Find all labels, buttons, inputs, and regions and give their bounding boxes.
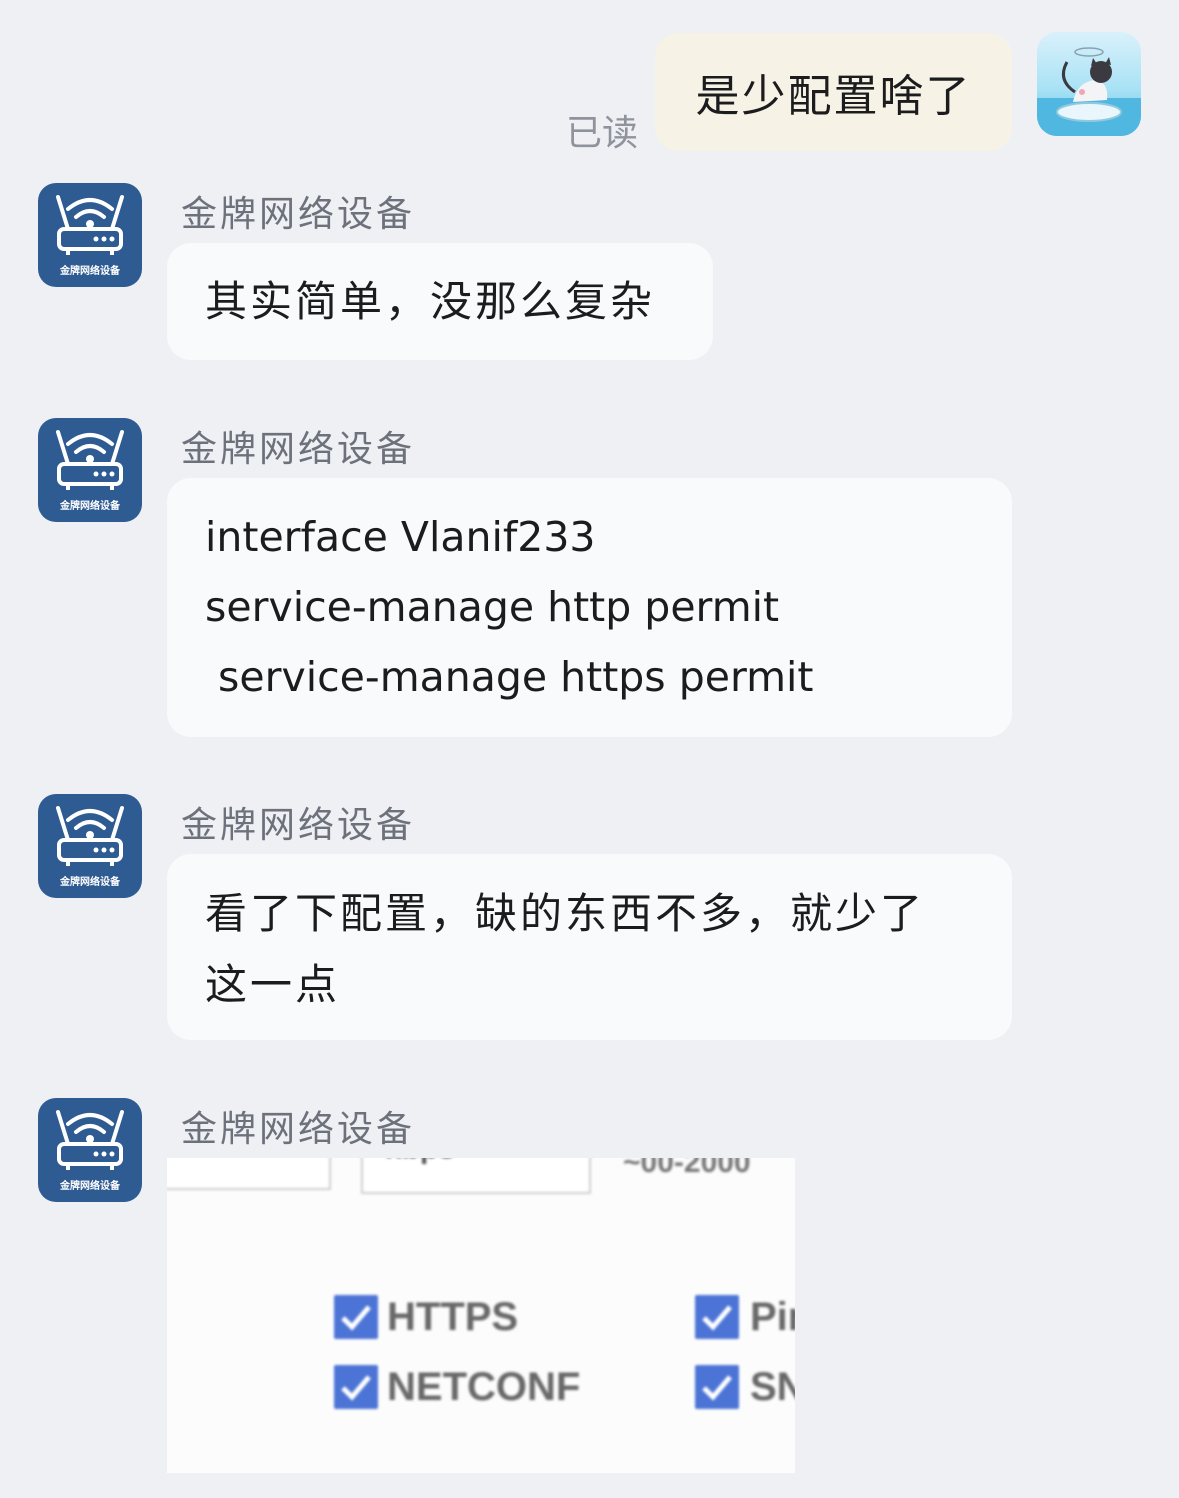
sender-avatar[interactable]: 金牌网络设备 [38, 1098, 142, 1202]
unit-fragment: kbps [385, 1158, 455, 1166]
sender-avatar[interactable]: 金牌网络设备 [38, 183, 142, 287]
sender-name: 金牌网络设备 [181, 805, 416, 846]
message-text: 其实简单，没那么复杂 [205, 277, 656, 326]
checkbox-label-https: HTTPS [387, 1295, 519, 1339]
avatar-caption: 金牌网络设备 [60, 877, 120, 888]
checkbox-ping [695, 1295, 739, 1339]
checkmark-icon [702, 1305, 732, 1331]
screenshot-input-fragment [167, 1158, 331, 1190]
message-line: interface Vlanif233 [205, 513, 596, 561]
checkbox-netconf [334, 1365, 378, 1409]
sender-avatar[interactable]: 金牌网络设备 [38, 418, 142, 522]
read-receipt: 已读 [566, 113, 639, 154]
message-bubble[interactable]: 其实简单，没那么复杂 [167, 243, 713, 360]
avatar-caption: 金牌网络设备 [60, 1181, 120, 1192]
checkbox-label-snmp: SN [750, 1365, 795, 1409]
cat-avatar-icon [1037, 32, 1141, 136]
outgoing-message-bubble[interactable]: 是少配置啥了 [655, 33, 1012, 151]
sender-name: 金牌网络设备 [181, 1109, 416, 1150]
message-line: 这一点 [205, 960, 341, 1009]
message-line: service-manage https permit [205, 653, 814, 701]
message-bubble[interactable]: 看了下配置，缺的东西不多，就少了 这一点 [167, 854, 1012, 1040]
message-bubble[interactable]: interface Vlanif233 service-manage http … [167, 478, 1012, 737]
checkbox-snmp [695, 1365, 739, 1409]
message-line: service-manage http permit [205, 583, 780, 631]
range-fragment: ~00-2000 [623, 1158, 751, 1176]
image-message[interactable]: kbps ▾ ~00-2000 HTTPS Pir NETCONF SN [167, 1158, 795, 1473]
checkbox-label-netconf: NETCONF [387, 1365, 581, 1409]
checkbox-label-ping: Pir [750, 1295, 795, 1339]
avatar-caption: 金牌网络设备 [60, 501, 120, 512]
message-line: 看了下配置，缺的东西不多，就少了 [205, 889, 926, 938]
outgoing-message-text: 是少配置啥了 [695, 71, 972, 122]
self-avatar[interactable] [1037, 32, 1141, 136]
checkmark-icon [702, 1375, 732, 1401]
sender-avatar[interactable]: 金牌网络设备 [38, 794, 142, 898]
sender-name: 金牌网络设备 [181, 194, 416, 235]
checkmark-icon [341, 1305, 371, 1331]
screenshot-select-fragment: kbps ▾ [361, 1158, 591, 1194]
chevron-down-icon: ▾ [547, 1158, 554, 1160]
checkmark-icon [341, 1375, 371, 1401]
sender-name: 金牌网络设备 [181, 429, 416, 470]
checkbox-https [334, 1295, 378, 1339]
avatar-caption: 金牌网络设备 [60, 266, 120, 277]
